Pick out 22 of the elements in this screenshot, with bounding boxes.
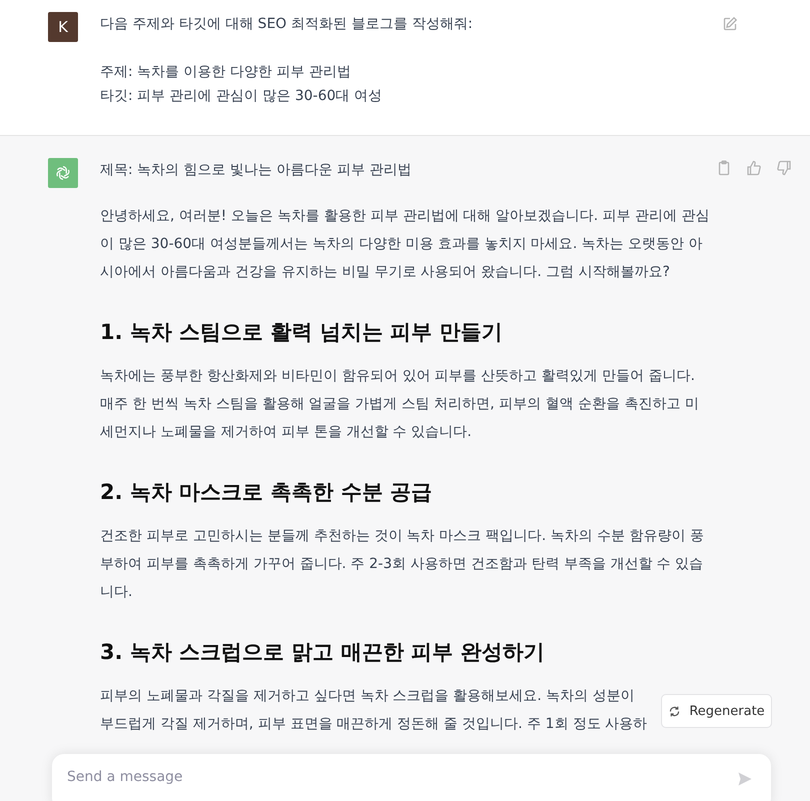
message-text: 다음 주제와 타깃에 대해 SEO 최적화된 블로그를 작성해줘: <box>100 16 473 32</box>
copy-icon[interactable] <box>716 160 732 176</box>
paragraph: 건조한 피부로 고민하시는 분들께 추천하는 것이 녹차 마스크 팩입니다. 녹차의 수분 함유량이 풍부하여 피부를 촉촉하게 가꾸어 줍니다. 주 2-3회 사용하면 건조함과 탄력 부족을 개선할 수 있습니다. <box>100 527 705 602</box>
section-heading: 3. 녹차 스크럽으로 맑고 매끈한 피부 완성하기 <box>100 639 546 666</box>
message-text: 제목: 녹차의 힘으로 빛나는 아름다운 피부 관리법 <box>100 161 412 180</box>
thumbs-down-icon[interactable] <box>776 160 792 176</box>
paragraph-line: 피부의 노폐물과 각질을 제거하고 싶다면 녹차 스크럽을 활용해보세요. 녹차의 성분이 <box>100 688 635 704</box>
section-heading: 1. 녹차 스팀으로 활력 넘치는 피부 만들기 <box>100 319 504 346</box>
message-text: 타깃: 피부 관리에 관심이 많은 30-60대 여성 <box>100 88 382 104</box>
edit-icon[interactable] <box>722 16 738 32</box>
regenerate-button[interactable]: Regenerate <box>661 694 772 728</box>
paragraph-line: 부드럽게 각질 제거하며, 피부 표면을 매끈하게 정돈해 줄 것입니다. 주 1회 정도 사용하 <box>100 716 648 732</box>
refresh-icon <box>668 704 682 718</box>
assistant-avatar <box>48 158 78 188</box>
paragraph: 안녕하세요, 여러분! 오늘은 녹차를 활용한 피부 관리법에 대해 알아보겠습니다. 피부 관리에 관심이 많은 30-60대 여성분들께서는 녹차의 다양한 미용 효과를 놓치지 마세요. 녹차는 오랫동안 아시아에서 아름다움과 건강을 유지하는 비밀 무기로 사용되어 왔습니다. 그럼 시작해볼까요? <box>100 207 710 282</box>
message-input[interactable]: Send a message <box>52 754 771 801</box>
section-heading: 2. 녹차 마스크로 촉촉한 수분 공급 <box>100 479 434 506</box>
user-avatar: K <box>48 12 78 42</box>
message-text: 주제: 녹차를 이용한 다양한 피부 관리법 <box>100 64 351 80</box>
send-icon[interactable] <box>737 771 753 787</box>
paragraph: 녹차에는 풍부한 항산화제와 비타민이 함유되어 있어 피부를 산뜻하고 활력있게 만들어 줍니다. 매주 한 번씩 녹차 스팀을 활용해 얼굴을 가볍게 스팀 처리하면, 피부의 혈액 순환을 촉진하고 미세먼지나 노폐물을 제거하여 피부 톤을 개선할 수 있습니다. <box>100 367 700 442</box>
thumbs-up-icon[interactable] <box>746 160 762 176</box>
